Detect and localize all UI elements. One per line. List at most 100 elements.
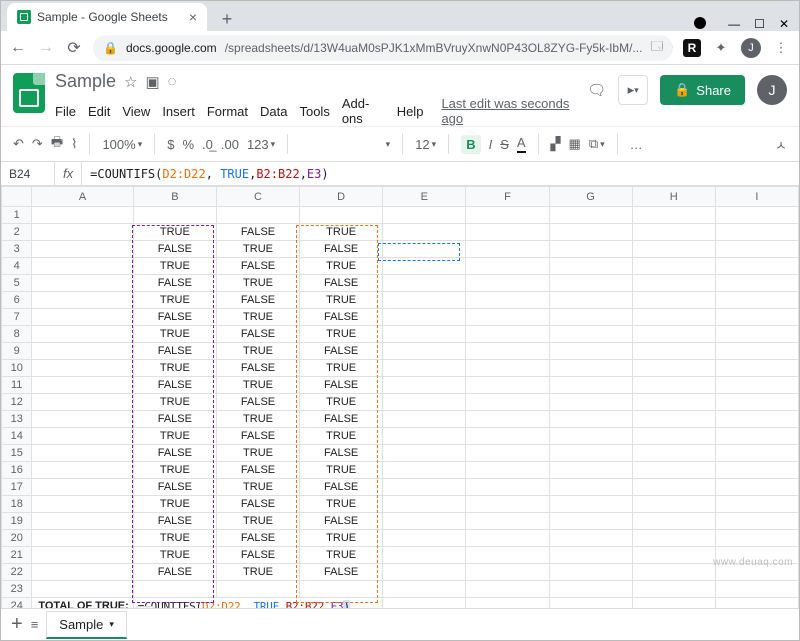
cell[interactable]: FALSE — [216, 496, 299, 513]
col-header-E[interactable]: E — [383, 187, 466, 207]
cell[interactable] — [32, 581, 133, 598]
cell[interactable] — [383, 547, 466, 564]
cell[interactable] — [715, 394, 798, 411]
cell[interactable]: FALSE — [133, 479, 216, 496]
cell[interactable] — [549, 292, 632, 309]
add-sheet-button[interactable]: + — [11, 613, 23, 636]
cell[interactable] — [549, 513, 632, 530]
cell[interactable]: FALSE — [216, 462, 299, 479]
cell[interactable] — [32, 394, 133, 411]
cell[interactable] — [383, 530, 466, 547]
cell[interactable] — [632, 530, 715, 547]
cell[interactable] — [32, 275, 133, 292]
cell[interactable] — [300, 581, 383, 598]
cell[interactable] — [549, 564, 632, 581]
cell[interactable]: TRUE — [133, 360, 216, 377]
cell[interactable] — [383, 479, 466, 496]
cell[interactable]: TRUE — [133, 224, 216, 241]
cell[interactable] — [383, 564, 466, 581]
present-meet-button[interactable]: ▸▾ — [618, 75, 648, 105]
cell[interactable] — [300, 207, 383, 224]
zoom-dropdown[interactable]: 100%▾ — [102, 137, 142, 152]
cell[interactable] — [632, 360, 715, 377]
cell[interactable] — [466, 513, 549, 530]
cell[interactable] — [549, 598, 632, 609]
cell[interactable] — [715, 360, 798, 377]
cell[interactable] — [383, 411, 466, 428]
cell[interactable]: TRUE — [133, 394, 216, 411]
cell[interactable]: FALSE — [133, 445, 216, 462]
tab-close-icon[interactable]: × — [189, 10, 197, 24]
cell[interactable] — [632, 581, 715, 598]
cell[interactable]: FALSE — [133, 411, 216, 428]
cell[interactable] — [32, 326, 133, 343]
bold-button[interactable]: B — [461, 135, 480, 154]
menu-format[interactable]: Format — [207, 104, 248, 119]
cell[interactable] — [632, 428, 715, 445]
row-header[interactable]: 10 — [2, 360, 32, 377]
cell[interactable] — [632, 326, 715, 343]
extension-r-icon[interactable]: R — [683, 39, 701, 57]
cell[interactable]: FALSE — [216, 530, 299, 547]
row-header[interactable]: 3 — [2, 241, 32, 258]
cell[interactable] — [466, 479, 549, 496]
cell[interactable]: FALSE — [216, 224, 299, 241]
cell[interactable] — [715, 343, 798, 360]
browser-avatar[interactable]: J — [741, 38, 761, 58]
cloud-status-icon[interactable]: ◌ — [168, 73, 177, 90]
cell[interactable] — [632, 224, 715, 241]
more-toolbar-button[interactable]: … — [630, 137, 643, 152]
cell[interactable] — [383, 292, 466, 309]
row-header[interactable]: 15 — [2, 445, 32, 462]
cell[interactable] — [383, 326, 466, 343]
number-format-dropdown[interactable]: 123▾ — [247, 137, 275, 152]
cell[interactable]: FALSE — [133, 564, 216, 581]
cell[interactable] — [549, 224, 632, 241]
cell[interactable]: TRUE — [133, 547, 216, 564]
cell[interactable] — [133, 581, 216, 598]
menu-insert[interactable]: Insert — [162, 104, 195, 119]
col-header-A[interactable]: A — [32, 187, 133, 207]
cell[interactable] — [632, 309, 715, 326]
cell[interactable] — [715, 241, 798, 258]
cell[interactable]: FALSE — [133, 309, 216, 326]
cell[interactable] — [632, 258, 715, 275]
cell[interactable] — [632, 547, 715, 564]
collapse-toolbar-button[interactable]: ㅅ — [775, 135, 787, 154]
cell[interactable] — [466, 224, 549, 241]
cell[interactable] — [466, 309, 549, 326]
cell[interactable] — [549, 547, 632, 564]
cell[interactable]: TRUE — [216, 479, 299, 496]
cell[interactable] — [715, 428, 798, 445]
cell[interactable] — [466, 530, 549, 547]
col-header-H[interactable]: H — [632, 187, 715, 207]
comment-history-icon[interactable]: 🗨 — [587, 81, 606, 99]
cell[interactable]: TRUE — [216, 241, 299, 258]
cell[interactable] — [549, 343, 632, 360]
row-header[interactable]: 14 — [2, 428, 32, 445]
cell[interactable] — [632, 496, 715, 513]
cell[interactable] — [383, 581, 466, 598]
cell[interactable] — [549, 207, 632, 224]
cell[interactable] — [466, 581, 549, 598]
cell[interactable]: TRUE — [133, 258, 216, 275]
share-button[interactable]: 🔒 Share — [660, 75, 745, 105]
cell[interactable] — [715, 292, 798, 309]
last-edit-link[interactable]: Last edit was seconds ago — [441, 96, 577, 126]
cell[interactable] — [549, 309, 632, 326]
row-header[interactable]: 23 — [2, 581, 32, 598]
nav-forward-button[interactable]: → — [37, 39, 55, 57]
cell[interactable]: TRUE — [216, 513, 299, 530]
row-header[interactable]: 22 — [2, 564, 32, 581]
star-icon[interactable]: ☆ — [671, 41, 673, 55]
cell[interactable]: FALSE — [133, 241, 216, 258]
cell[interactable] — [715, 326, 798, 343]
cell[interactable] — [383, 513, 466, 530]
undo-button[interactable]: ↶ — [13, 136, 24, 152]
cell[interactable]: FALSE — [133, 513, 216, 530]
cell[interactable] — [383, 445, 466, 462]
cell[interactable]: FALSE — [216, 394, 299, 411]
cell[interactable] — [715, 598, 798, 609]
row-header[interactable]: 21 — [2, 547, 32, 564]
cell[interactable]: TRUE — [300, 394, 383, 411]
